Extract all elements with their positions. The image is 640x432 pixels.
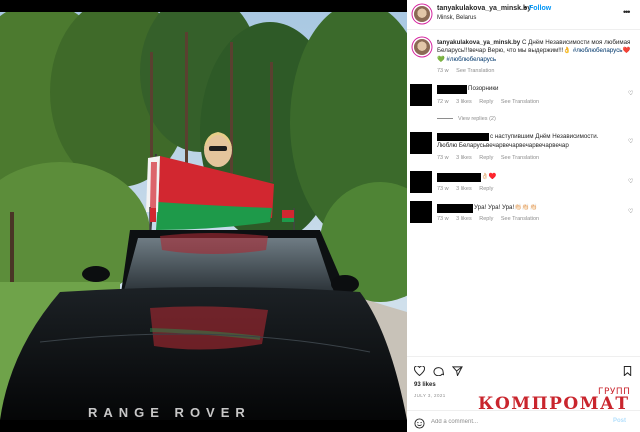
comment-like-heart-icon[interactable]: ♡ xyxy=(628,90,633,97)
bookmark-save-icon[interactable] xyxy=(623,363,632,381)
comment-text: Ура! Ура! Ура!👏🏻👏🏻👏🏻 xyxy=(474,204,538,211)
comment-like-heart-icon[interactable]: ♡ xyxy=(628,178,633,185)
comment-bubble-icon[interactable] xyxy=(433,363,445,381)
post-header: tanyakulakova_ya_minsk.by • Follow Minsk… xyxy=(407,0,640,30)
comment-username-redacted[interactable] xyxy=(437,133,489,141)
comment-time: 72 w xyxy=(437,99,449,105)
comment-reply[interactable]: Reply xyxy=(479,155,493,161)
comment-likes[interactable]: 3 likes xyxy=(456,155,472,161)
author-username[interactable]: tanyakulakova_ya_minsk.by xyxy=(437,5,531,12)
view-replies-line xyxy=(437,118,453,120)
emoji-smiley-icon[interactable] xyxy=(414,416,425,432)
caption-see-translation[interactable]: See Translation xyxy=(456,68,494,74)
post-date: JULY 3, 2021 xyxy=(414,393,446,398)
comment-reply[interactable]: Reply xyxy=(479,186,493,192)
comment-avatar-redacted[interactable] xyxy=(410,84,432,106)
post-photo[interactable]: RANGE ROVER xyxy=(0,12,407,420)
comment-time: 73 w xyxy=(437,186,449,192)
photo-scene: RANGE ROVER xyxy=(0,12,407,420)
comment-meta: 73 w 3 likes Reply See Translation xyxy=(437,155,545,161)
comment-meta: 72 w 3 likes Reply See Translation xyxy=(437,99,545,105)
comment-username-redacted[interactable] xyxy=(437,173,481,182)
comment-reply[interactable]: Reply xyxy=(479,216,493,222)
post-sidebar: tanyakulakova_ya_minsk.by • Follow Minsk… xyxy=(407,0,640,432)
comment-text-line1: с наступившим Днём Независимости. xyxy=(490,133,599,140)
comment-input[interactable] xyxy=(431,416,601,427)
comment-avatar-redacted[interactable] xyxy=(410,171,432,193)
post-location[interactable]: Minsk, Belarus xyxy=(437,15,476,21)
comment-time: 73 w xyxy=(437,216,449,222)
like-heart-icon[interactable] xyxy=(413,363,426,381)
follow-button[interactable]: Follow xyxy=(529,5,551,12)
view-replies-link[interactable]: View replies (2) xyxy=(437,116,496,122)
comment-see-translation[interactable]: See Translation xyxy=(501,99,539,105)
header-separator: • xyxy=(524,5,527,12)
comment-avatar-redacted[interactable] xyxy=(410,201,432,223)
likes-count[interactable]: 93 likes xyxy=(414,382,436,388)
comment-text-line2: Люблю Беларусьвечарвечарвечарвечарвечар xyxy=(437,142,569,149)
caption-text-block: tanyakulakova_ya_minsk.by С Днём Независ… xyxy=(437,39,635,64)
comment-time: 73 w xyxy=(437,155,449,161)
watermark-big-text: КОМПРОМАТ xyxy=(478,394,630,414)
caption-avatar[interactable] xyxy=(414,39,430,55)
comment-username-redacted[interactable] xyxy=(437,85,467,94)
comment-likes[interactable]: 3 likes xyxy=(456,99,472,105)
post-comment-button[interactable]: Post xyxy=(613,418,626,424)
car-badge-text: RANGE ROVER xyxy=(88,405,251,420)
comment-see-translation[interactable]: See Translation xyxy=(501,155,539,161)
more-options-icon[interactable]: ••• xyxy=(623,7,631,17)
screenshot-frame: RANGE ROVER tanyakulakova_ya_minsk.by • … xyxy=(0,0,640,432)
comment-see-translation[interactable]: See Translation xyxy=(501,216,539,222)
comment-text: 👌🏻♥️ xyxy=(481,173,497,180)
caption-username[interactable]: tanyakulakova_ya_minsk.by xyxy=(437,39,520,46)
comment-like-heart-icon[interactable]: ♡ xyxy=(628,208,633,215)
share-send-icon[interactable] xyxy=(451,363,463,381)
comment-meta: 73 w 3 likes Reply xyxy=(437,186,499,192)
author-avatar[interactable] xyxy=(414,6,430,22)
comment-username-redacted[interactable] xyxy=(437,204,473,213)
comment-text: Позорники xyxy=(468,85,499,92)
comment-likes[interactable]: 3 likes xyxy=(456,216,472,222)
comment-like-heart-icon[interactable]: ♡ xyxy=(628,138,633,145)
comment-reply[interactable]: Reply xyxy=(479,99,493,105)
comment-meta: 73 w 3 likes Reply See Translation xyxy=(437,216,545,222)
comment-avatar-redacted[interactable] xyxy=(410,132,432,154)
caption-time: 73 w xyxy=(437,68,449,74)
comment-likes[interactable]: 3 likes xyxy=(456,186,472,192)
caption-meta: 73 w See Translation xyxy=(437,68,500,74)
view-replies-label[interactable]: View replies (2) xyxy=(458,116,496,122)
